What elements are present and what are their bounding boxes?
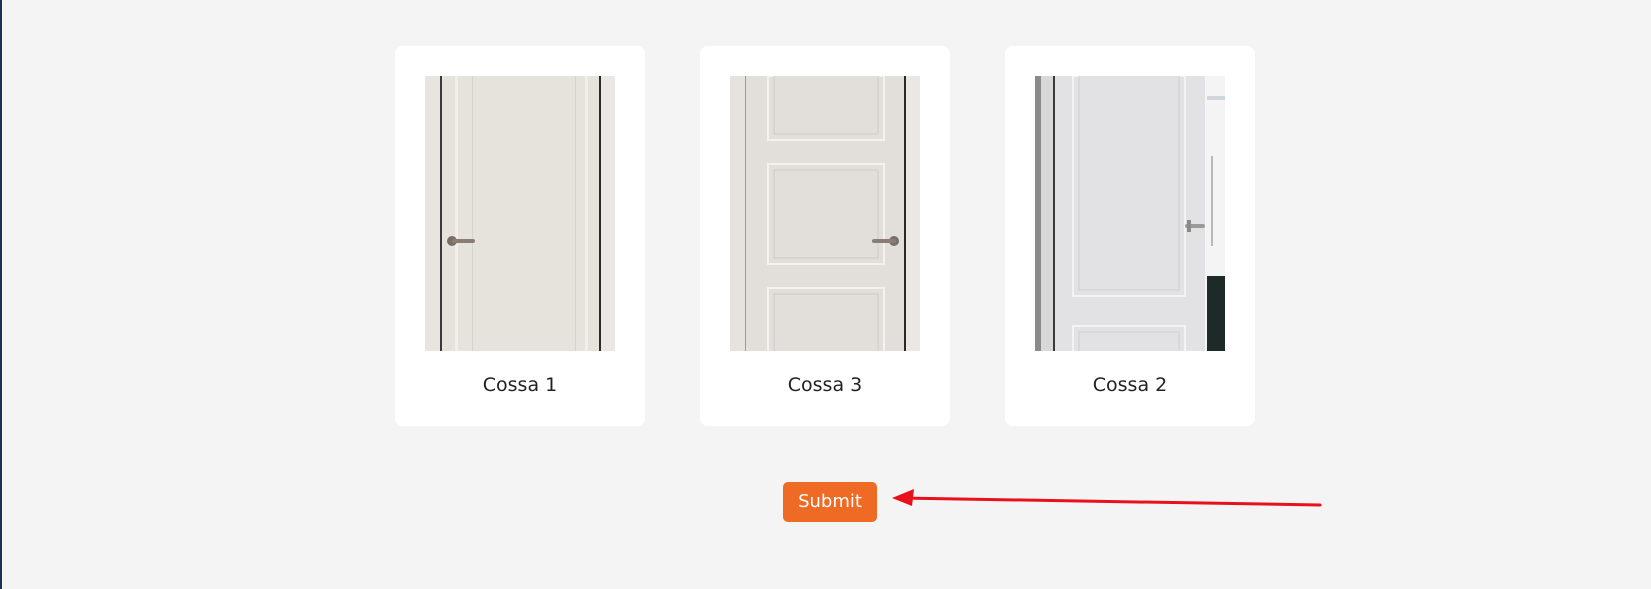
two-panel-door-image [1035,76,1225,351]
window-edge [0,0,2,589]
three-panel-door-image [730,76,920,351]
card-label: Cossa 3 [787,374,863,396]
page: Cossa 1 Cossa 3 Cossa 2 Submit [0,0,1651,589]
submit-button[interactable]: Submit [783,482,877,522]
door-option-card-3[interactable]: Cossa 3 [700,46,950,426]
door-option-card-2[interactable]: Cossa 2 [1005,46,1255,426]
card-label: Cossa 1 [482,374,558,396]
card-label: Cossa 2 [1092,374,1168,396]
door-option-card-1[interactable]: Cossa 1 [395,46,645,426]
annotation-arrow-icon [892,489,1322,507]
plain-door-image [425,76,615,351]
